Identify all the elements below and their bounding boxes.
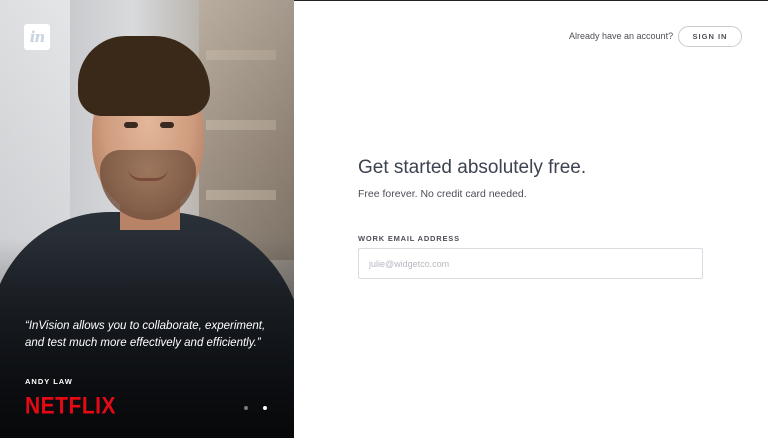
logo-text: in [29, 28, 46, 46]
carousel-dot-active[interactable] [263, 406, 267, 410]
person-eye-right [160, 122, 174, 128]
carousel-dots [244, 406, 267, 410]
invision-logo-icon[interactable]: in [24, 24, 50, 50]
account-prompt: Already have an account? [569, 31, 674, 41]
testimonial-hero: in “InVision allows you to collaborate, … [0, 0, 294, 438]
testimonial-author: ANDY LAW [25, 377, 73, 386]
page-subtitle: Free forever. No credit card needed. [358, 188, 527, 200]
company-logo: NETFLIX [25, 393, 116, 420]
email-field-label: WORK EMAIL ADDRESS [358, 234, 460, 243]
person-hair [78, 36, 210, 116]
carousel-dot[interactable] [244, 406, 248, 410]
email-field[interactable] [358, 248, 703, 279]
testimonial-quote: “InVision allows you to collaborate, exp… [25, 320, 266, 349]
person-eye-left [124, 122, 138, 128]
sign-in-button[interactable]: SIGN IN [678, 26, 742, 47]
page-title: Get started absolutely free. [358, 157, 587, 178]
person-beard [100, 150, 196, 220]
signup-page: in “InVision allows you to collaborate, … [0, 0, 768, 438]
